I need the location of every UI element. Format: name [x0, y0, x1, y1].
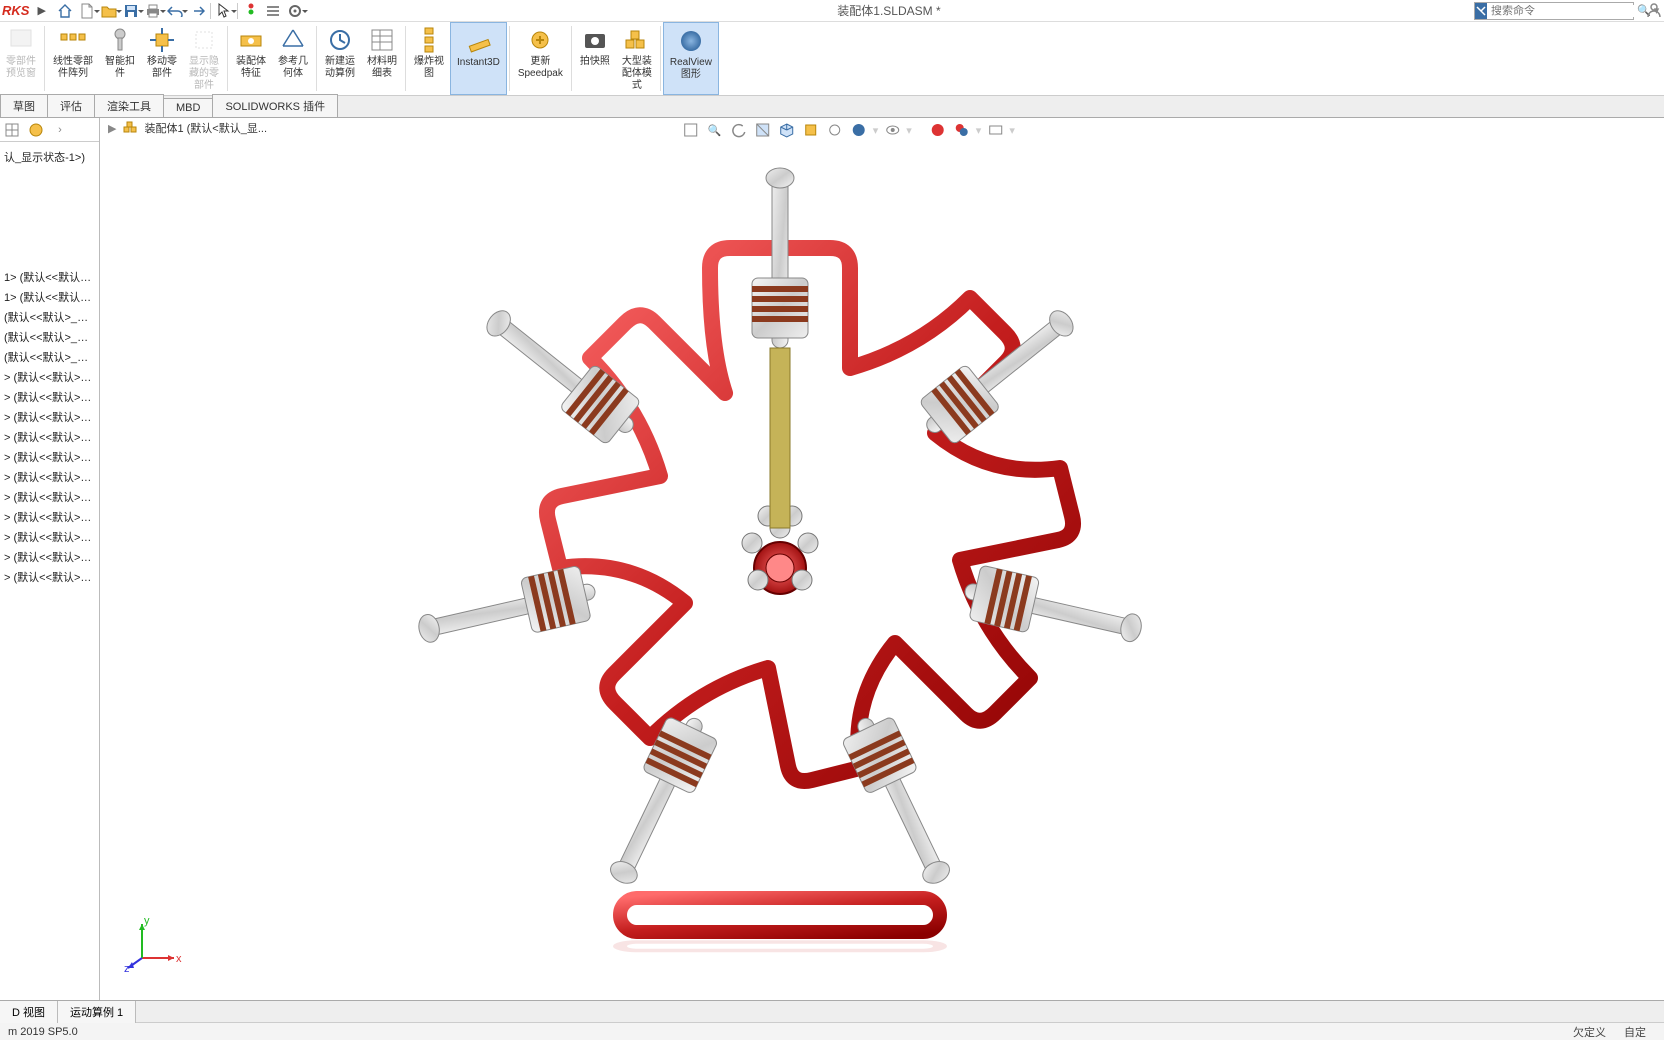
tree-item[interactable]: > (默认<<默认>_显示 — [2, 428, 97, 448]
tab-3d-view[interactable]: D 视图 — [0, 1001, 58, 1023]
tab-evaluate[interactable]: 评估 — [47, 94, 95, 117]
home-icon[interactable] — [56, 2, 74, 20]
select-icon[interactable] — [215, 2, 233, 20]
redo-icon[interactable] — [188, 2, 206, 20]
breadcrumb-expand-icon[interactable]: ▶ — [108, 122, 116, 135]
status-definition: 欠定义 — [1573, 1024, 1606, 1040]
title-bar: RKS ▶ 装配体1.SLDASM * 🔍 ▾ — [0, 0, 1664, 22]
tree-item[interactable]: > (默认<<默认>_显示 — [2, 568, 97, 588]
take-snapshot-button[interactable]: 拍快照 — [574, 22, 616, 95]
assembly-features-button[interactable]: 装配体 特征 — [230, 22, 272, 95]
tree-item[interactable]: > (默认<<默认>_显示 — [2, 448, 97, 468]
status-custom: 自定 — [1624, 1024, 1646, 1040]
move-component-button[interactable]: 移动零 部件 — [141, 22, 183, 95]
feature-manager-panel: › 认_显示状态-1>) 1> (默认<<默认>_显 1> (默认<<默认>_显… — [0, 118, 100, 1000]
save-icon[interactable] — [122, 2, 140, 20]
tab-addins[interactable]: SOLIDWORKS 插件 — [212, 94, 338, 117]
open-file-icon[interactable] — [100, 2, 118, 20]
tab-render[interactable]: 渲染工具 — [94, 94, 164, 117]
configuration-manager-tab-icon[interactable] — [24, 119, 48, 141]
tree-item[interactable]: > (默认<<默认>_显示 — [2, 528, 97, 548]
quick-access-toolbar — [50, 2, 304, 20]
realview-button[interactable]: RealView 图形 — [663, 22, 719, 95]
reference-geometry-button[interactable]: 参考几 何体 — [272, 22, 314, 95]
tree-item[interactable]: > (默认<<默认>_显示 — [2, 388, 97, 408]
tab-sketch[interactable]: 草图 — [0, 94, 48, 117]
command-manager-tabs: 草图 评估 渲染工具 MBD SOLIDWORKS 插件 — [0, 96, 1664, 118]
workspace: › 认_显示状态-1>) 1> (默认<<默认>_显 1> (默认<<默认>_显… — [0, 118, 1664, 1000]
bom-button[interactable]: 材料明 细表 — [361, 22, 403, 95]
svg-text:z: z — [124, 963, 130, 975]
svg-text:x: x — [176, 953, 182, 965]
feature-manager-tab-icon[interactable] — [0, 119, 24, 141]
tree-item[interactable]: > (默认<<默认>_显示 — [2, 368, 97, 388]
new-motion-study-button[interactable]: 新建运 动算例 — [319, 22, 361, 95]
large-assembly-button[interactable]: 大型装 配体模 式 — [616, 22, 658, 95]
instant3d-button[interactable]: Instant3D — [450, 22, 507, 95]
new-file-icon[interactable] — [78, 2, 96, 20]
options-gear-icon[interactable] — [286, 2, 304, 20]
tab-mbd[interactable]: MBD — [163, 98, 213, 117]
update-speedpak-button[interactable]: 更新 Speedpak — [512, 22, 569, 95]
document-title: 装配体1.SLDASM * — [304, 2, 1474, 19]
pistons-overlay — [260, 128, 1360, 988]
undo-icon[interactable] — [166, 2, 184, 20]
traffic-light-icon[interactable] — [242, 2, 260, 20]
command-search[interactable]: 🔍 ▾ — [1474, 2, 1634, 20]
breadcrumb[interactable]: ▶ 装配体1 (默认<默认_显... — [108, 120, 267, 136]
graphics-area[interactable]: ▶ 装配体1 (默认<默认_显... 🔍 ▾ ▾ ▾ ▾ — [100, 118, 1664, 1000]
tree-item[interactable]: > (默认<<默认>_显示 — [2, 408, 97, 428]
linear-pattern-button[interactable]: 线性零部 件阵列 — [47, 22, 99, 95]
search-category-icon[interactable] — [1475, 3, 1487, 19]
manager-tab-row: › — [0, 118, 99, 142]
tree-item[interactable]: 1> (默认<<默认>_显 — [2, 288, 97, 308]
tree-item[interactable]: > (默认<<默认>_显示 — [2, 468, 97, 488]
print-icon[interactable] — [144, 2, 162, 20]
tree-item[interactable]: (默认<<默认>_显示 — [2, 328, 97, 348]
smart-fasteners-button[interactable]: 智能扣 件 — [99, 22, 141, 95]
logo-expand-icon[interactable]: ▶ — [33, 4, 49, 17]
breadcrumb-text[interactable]: 装配体1 (默认<默认_显... — [144, 120, 267, 136]
exploded-view-button[interactable]: 爆炸视 图 — [408, 22, 450, 95]
svg-text:y: y — [144, 916, 150, 927]
status-version: m 2019 SP5.0 — [0, 1026, 86, 1038]
tree-item[interactable]: (默认<<默认>_显示 — [2, 308, 97, 328]
show-hidden-button: 显示隐 藏的零 部件 — [183, 22, 225, 95]
user-icon[interactable] — [1646, 2, 1664, 20]
orientation-triad[interactable]: x y z — [124, 916, 184, 976]
tree-item[interactable]: 1> (默认<<默认>_显 — [2, 268, 97, 288]
tree-item[interactable]: (默认<<默认>_显示 — [2, 348, 97, 368]
search-input[interactable] — [1487, 5, 1637, 17]
tab-motion-study-1[interactable]: 运动算例 1 — [58, 1001, 136, 1023]
assembly-icon — [122, 120, 138, 136]
manager-overflow-icon[interactable]: › — [48, 119, 72, 141]
tree-item[interactable]: > (默认<<默认>_显示 — [2, 548, 97, 568]
ribbon-toolbar: 零部件 预览窗 线性零部 件阵列 智能扣 件 移动零 部件 显示隐 藏的零 部件… — [0, 22, 1664, 96]
status-bar: m 2019 SP5.0 欠定义 自定 — [0, 1022, 1664, 1040]
tree-item[interactable]: > (默认<<默认>_显示 — [2, 488, 97, 508]
tree-root[interactable]: 认_显示状态-1>) — [2, 148, 97, 168]
app-logo: RKS — [0, 3, 33, 18]
rebuild-list-icon[interactable] — [264, 2, 282, 20]
component-preview-button: 零部件 预览窗 — [0, 22, 42, 95]
tree-item[interactable]: > (默认<<默认>_显示 — [2, 508, 97, 528]
motion-study-tabs: D 视图 运动算例 1 — [0, 1000, 1664, 1022]
feature-tree[interactable]: 认_显示状态-1>) 1> (默认<<默认>_显 1> (默认<<默认>_显 (… — [0, 142, 99, 1000]
